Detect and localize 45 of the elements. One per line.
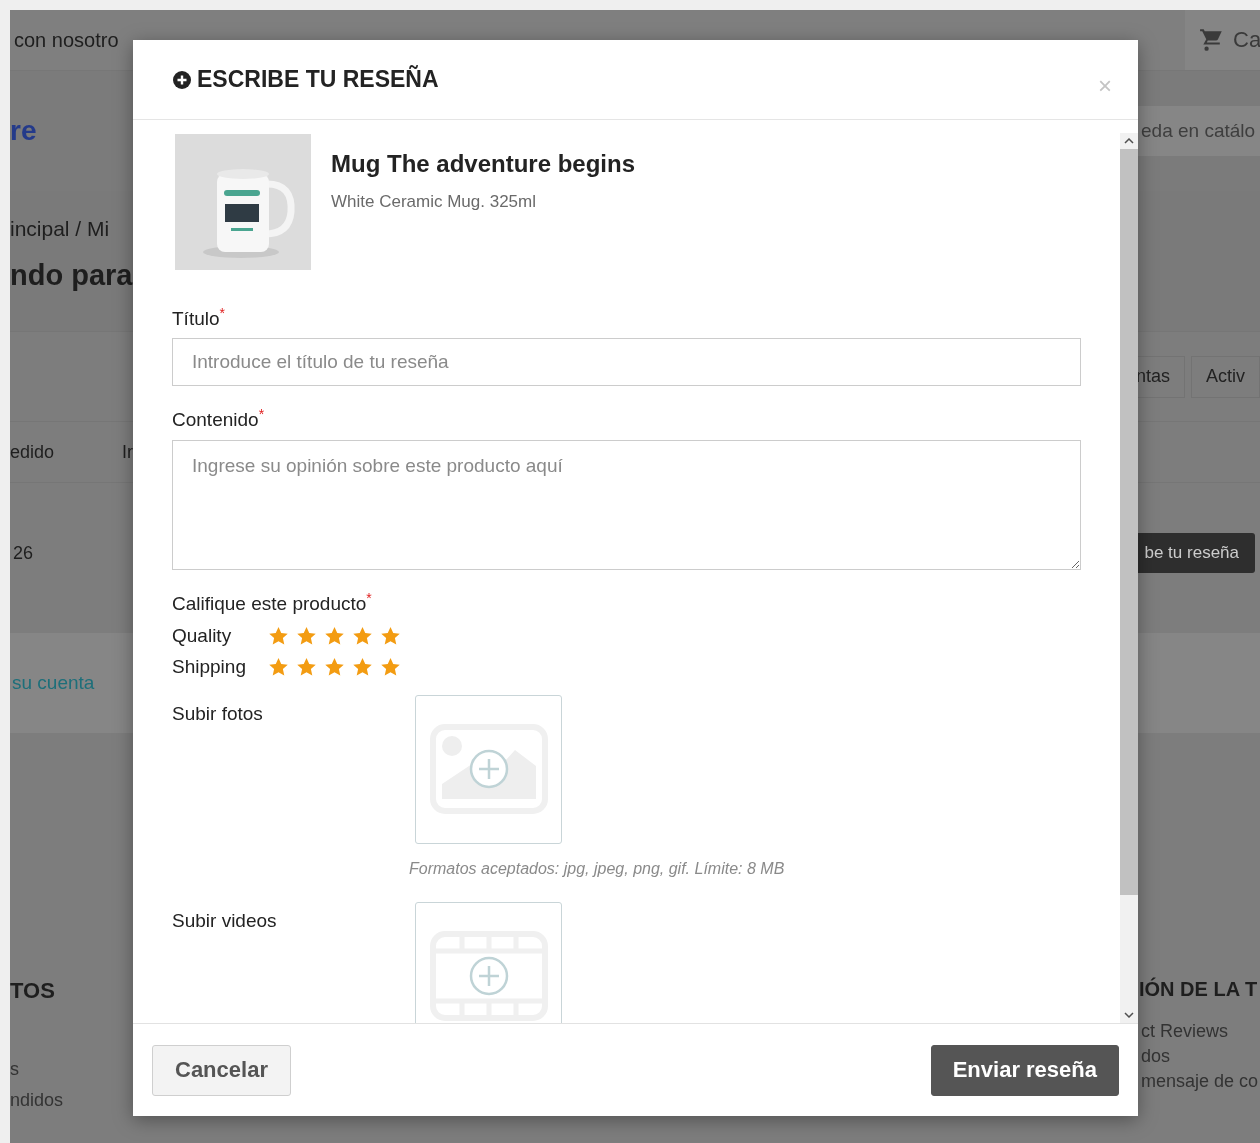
star-icon[interactable] bbox=[381, 658, 400, 677]
store-logo[interactable]: re bbox=[10, 115, 37, 147]
dialog-title: ESCRIBE TU RESEÑA bbox=[173, 66, 439, 93]
add-photo-icon bbox=[429, 724, 548, 815]
content-field[interactable]: Ingrese su opinión sobre este producto aquí bbox=[172, 439, 1081, 570]
star-icon[interactable] bbox=[381, 627, 400, 646]
column-header: Ir bbox=[122, 441, 134, 463]
field-label: Contenido$^{*}$ bbox=[172, 406, 266, 432]
submit-button[interactable]: Enviar reseña bbox=[930, 1044, 1119, 1096]
star-icon[interactable] bbox=[269, 658, 288, 677]
tab[interactable]: Activ bbox=[1191, 355, 1260, 398]
close-button[interactable]: × bbox=[1098, 71, 1112, 100]
rating-criterion: Shipping bbox=[172, 656, 247, 679]
star-icon[interactable] bbox=[353, 658, 372, 677]
footer-heading: IÓN DE LA T bbox=[1138, 978, 1259, 1001]
add-video-icon bbox=[429, 931, 548, 1022]
video-upload-button[interactable] bbox=[415, 902, 562, 1023]
upload-label: Subir fotos bbox=[172, 702, 264, 726]
star-icon[interactable] bbox=[269, 627, 288, 646]
plus-circle-icon bbox=[173, 70, 191, 89]
rating-criterion: Quality bbox=[172, 625, 233, 648]
page-title: ndo para bbox=[10, 259, 134, 292]
upload-note: Formatos aceptados: jpg, jpeg, png, gif. Límite: 8 MB bbox=[409, 860, 786, 878]
scroll-up-icon[interactable] bbox=[1124, 138, 1134, 144]
cart-icon[interactable] bbox=[1199, 27, 1225, 53]
footer-heading: TOS bbox=[10, 978, 56, 1004]
account-link[interactable]: su cuenta bbox=[10, 672, 95, 694]
product-name: Mug The adventure begins bbox=[331, 150, 636, 178]
rating-label: Califique este producto$^{*}$ bbox=[172, 589, 373, 615]
breadcrumb: incipal / Mi bbox=[10, 217, 111, 241]
column-header: edido bbox=[10, 441, 56, 463]
star-icon[interactable] bbox=[297, 627, 316, 646]
upload-label: Subir videos bbox=[172, 909, 278, 933]
star-icon[interactable] bbox=[325, 658, 344, 677]
field-label: Título$^{*}$ bbox=[172, 305, 226, 331]
scrollbar[interactable] bbox=[1120, 133, 1138, 1023]
star-icon[interactable] bbox=[325, 627, 344, 646]
star-icon[interactable] bbox=[353, 627, 372, 646]
star-icon[interactable] bbox=[297, 658, 316, 677]
table-cell-text: 26 bbox=[12, 542, 34, 564]
cancel-button[interactable]: Cancelar bbox=[152, 1044, 291, 1096]
scroll-down-icon[interactable] bbox=[1124, 1012, 1134, 1018]
product-description: White Ceramic Mug. 325ml bbox=[331, 192, 537, 212]
title-field[interactable]: Introduce el título de tu reseña bbox=[172, 338, 1081, 387]
photo-upload-button[interactable] bbox=[415, 695, 562, 844]
